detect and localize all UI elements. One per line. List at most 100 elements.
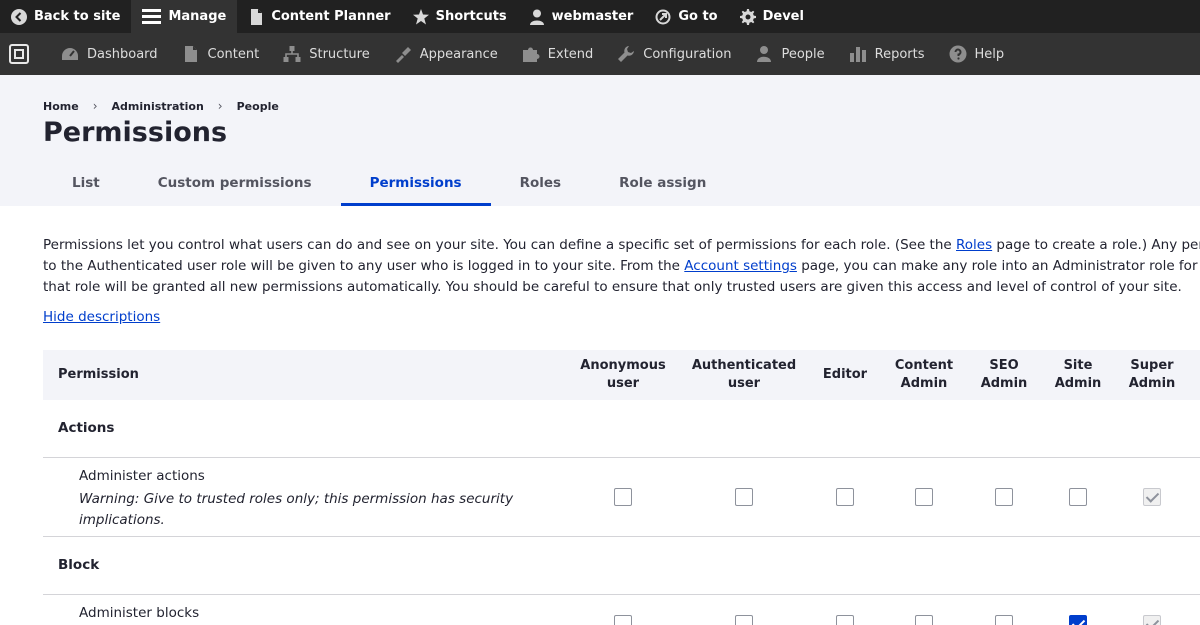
tray-item-people[interactable]: People [743,33,836,75]
help-text-segment: Permissions let you control what users c… [43,237,957,253]
role-column-header: SEO Admin [980,358,1028,391]
permission-checkbox-editor[interactable] [836,615,854,625]
breadcrumb: Home › Administration › People [43,99,279,113]
help-text-segment: page to create a role.) Any permiss [996,237,1200,253]
local-tasks-tabs: List Custom permissions Permissions Role… [43,166,735,206]
content-planner-label: Content Planner [271,9,391,24]
breadcrumb-separator: › [217,99,223,113]
page-header-region: Home › Administration › People Permissio… [0,75,1200,206]
permission-group-row: Block [43,537,1200,595]
role-column-header: Authenticated user [691,358,797,391]
tray-item-label: Help [974,46,1005,62]
permission-row: Administer blocks [43,595,1200,625]
go-to-label: Go to [678,9,718,24]
help-icon [949,45,967,63]
roles-link[interactable]: Roles [956,237,992,253]
document-icon [251,8,263,25]
role-column-header: Super Admin [1128,358,1176,391]
tray-orientation-toggle[interactable] [0,33,38,75]
devel-label: Devel [762,9,804,24]
role-column-header: Anonymous user [580,358,666,391]
tab-permissions[interactable]: Permissions [340,166,491,206]
tray-item-dashboard[interactable]: Dashboard [49,33,170,75]
tray-item-label: People [781,46,825,62]
tab-list[interactable]: List [43,166,129,206]
orientation-icon [9,44,29,64]
permissions-help-text: Permissions let you control what users c… [43,235,1200,298]
user-icon [529,9,544,25]
tab-roles[interactable]: Roles [491,166,591,206]
permission-checkbox-anonymous-user[interactable] [614,488,632,506]
tray-item-label: Content [207,46,260,62]
hide-descriptions-link[interactable]: Hide descriptions [43,309,160,325]
permission-checkbox-site-admin[interactable] [1069,615,1087,625]
breadcrumb-people[interactable]: People [237,100,279,113]
gear-icon [739,8,756,25]
permission-group-name: Block [58,557,100,573]
permission-row: Administer actions Warning: Give to trus… [43,458,1200,537]
permission-checkbox-super-admin [1143,488,1161,506]
dashboard-icon [62,48,78,60]
tab-custom-permissions[interactable]: Custom permissions [129,166,341,206]
role-column-header: Content Admin [894,358,954,391]
user-tab[interactable]: webmaster [518,0,645,33]
devel-tab[interactable]: Devel [729,0,815,33]
account-settings-link[interactable]: Account settings [684,258,797,274]
permission-group-row: Actions [43,400,1200,458]
admin-tray: Dashboard Content Structure Appearance E… [0,33,1200,75]
breadcrumb-administration[interactable]: Administration [112,100,204,113]
permission-checkbox-seo-admin[interactable] [995,615,1013,625]
back-to-site-link[interactable]: Back to site [0,0,131,33]
permission-checkbox-content-admin[interactable] [915,615,933,625]
document-icon [184,46,197,62]
breadcrumb-home[interactable]: Home [43,100,79,113]
go-to-icon [655,9,671,24]
permission-name: Administer actions [79,468,205,484]
permission-checkbox-authenticated-user[interactable] [735,488,753,506]
structure-icon [283,46,301,62]
tray-item-configuration[interactable]: Configuration [605,33,743,75]
tray-item-extend[interactable]: Extend [510,33,606,75]
user-label: webmaster [551,9,634,24]
wrench-icon [618,46,635,62]
tray-item-appearance[interactable]: Appearance [382,33,510,75]
permission-description: Warning: Give to trusted roles only; thi… [79,491,514,528]
permission-checkbox-editor[interactable] [836,488,854,506]
back-to-site-label: Back to site [34,9,121,24]
shortcuts-label: Shortcuts [435,9,507,24]
manage-label: Manage [168,9,227,24]
permission-checkbox-authenticated-user[interactable] [735,615,753,625]
permission-checkbox-super-admin [1143,615,1161,625]
breadcrumb-separator: › [92,99,98,113]
page-title: Permissions [43,117,228,148]
paint-brush-icon [395,47,411,63]
tray-item-label: Extend [547,46,594,62]
help-text-segment: that role will be granted all new permis… [43,279,1182,295]
permission-checkbox-anonymous-user[interactable] [614,615,632,625]
shortcuts-tab[interactable]: Shortcuts [402,0,518,33]
people-icon [757,46,772,62]
manage-tab[interactable]: Manage [131,0,238,33]
help-text-segment: page, you can make any role into an Admi… [796,258,1200,274]
tray-item-reports[interactable]: Reports [837,33,937,75]
admin-toolbar: Back to site Manage Content Planner Shor… [0,0,1200,33]
permission-checkbox-content-admin[interactable] [915,488,933,506]
star-icon [412,8,429,24]
hamburger-menu-icon [142,9,162,24]
arrow-back-icon [11,8,27,25]
puzzle-icon [522,47,540,62]
tray-item-help[interactable]: Help [937,33,1017,75]
permission-checkbox-site-admin[interactable] [1069,488,1087,506]
bar-chart-icon [849,47,866,62]
tray-item-content[interactable]: Content [170,33,272,75]
tray-item-label: Configuration [643,46,732,62]
tray-item-label: Reports [874,46,925,62]
tab-role-assign[interactable]: Role assign [590,166,735,206]
permission-name: Administer blocks [79,605,200,621]
go-to-tab[interactable]: Go to [644,0,728,33]
content-planner-tab[interactable]: Content Planner [237,0,401,33]
permission-group-name: Actions [58,420,115,436]
tray-item-structure[interactable]: Structure [271,33,381,75]
tray-item-label: Structure [309,46,370,62]
permission-checkbox-seo-admin[interactable] [995,488,1013,506]
